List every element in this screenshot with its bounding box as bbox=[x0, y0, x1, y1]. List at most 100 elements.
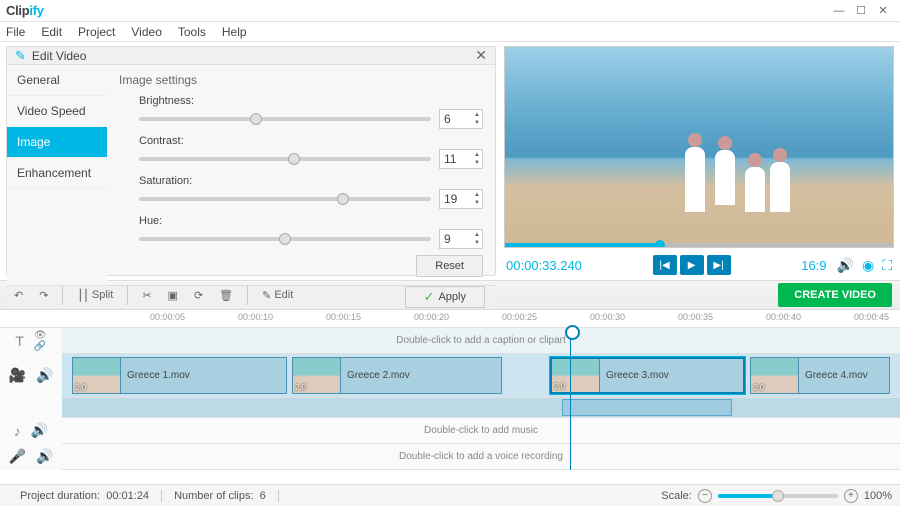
redo-button[interactable]: ↷ bbox=[33, 285, 54, 306]
voice-track[interactable]: 🎤🔊 Double-click to add a voice recording bbox=[62, 444, 900, 470]
split-button[interactable]: ⎮⎮Split bbox=[71, 285, 119, 306]
maximize-button[interactable]: ☐ bbox=[850, 2, 872, 20]
clip-2[interactable]: 2.0Greece 2.mov bbox=[292, 357, 502, 394]
playhead[interactable] bbox=[570, 328, 571, 470]
track-audio-icon[interactable]: 🔊 bbox=[36, 448, 53, 465]
play-button[interactable]: ▶ bbox=[680, 255, 704, 275]
edit-tab-image[interactable]: Image bbox=[7, 127, 107, 158]
slider-saturation[interactable] bbox=[139, 197, 431, 201]
fullscreen-icon[interactable]: ⛶ bbox=[882, 257, 892, 274]
ruler-tick: 00:00:25 bbox=[502, 312, 537, 322]
slider-label-1: Contrast: bbox=[119, 135, 483, 147]
text-icon: T bbox=[15, 333, 24, 349]
aspect-ratio[interactable]: 16:9 bbox=[801, 258, 826, 273]
caption-track[interactable]: T👁🔗 Double-click to add a caption or cli… bbox=[62, 328, 900, 354]
prev-frame-button[interactable]: |◀ bbox=[653, 255, 677, 275]
ruler-tick: 00:00:20 bbox=[414, 312, 449, 322]
edit-tab-video-speed[interactable]: Video Speed bbox=[7, 96, 107, 127]
clip-count: 6 bbox=[260, 490, 266, 502]
slider-brightness[interactable] bbox=[139, 117, 431, 121]
rotate-button[interactable]: ⟳ bbox=[188, 285, 209, 306]
slider-label-0: Brightness: bbox=[119, 95, 483, 107]
value-input-2[interactable]: 19▲▼ bbox=[439, 189, 483, 209]
menu-project[interactable]: Project bbox=[78, 25, 115, 39]
clip-thumbnail: 2.0 bbox=[293, 358, 341, 393]
edit-tab-general[interactable]: General bbox=[7, 65, 107, 96]
ruler-tick: 00:00:15 bbox=[326, 312, 361, 322]
video-audio-track[interactable] bbox=[62, 398, 900, 418]
delete-button[interactable]: 🗑 bbox=[213, 285, 239, 306]
status-bar: Project duration: 00:01:24 Number of cli… bbox=[0, 484, 900, 506]
clip-label: Greece 2.mov bbox=[341, 370, 501, 381]
menu-help[interactable]: Help bbox=[222, 25, 247, 39]
ruler-tick: 00:00:35 bbox=[678, 312, 713, 322]
video-preview[interactable] bbox=[504, 46, 894, 248]
clip-label: Greece 1.mov bbox=[121, 370, 286, 381]
minimize-button[interactable]: — bbox=[828, 2, 850, 20]
clip-thumbnail: 2.0 bbox=[751, 358, 799, 393]
menu-edit[interactable]: Edit bbox=[41, 25, 62, 39]
undo-button[interactable]: ↶ bbox=[8, 285, 29, 306]
music-icon: ♪ bbox=[14, 423, 21, 439]
zoom-slider[interactable] bbox=[718, 494, 838, 498]
settings-section-title: Image settings bbox=[119, 73, 483, 87]
menu-video[interactable]: Video bbox=[131, 25, 161, 39]
edit-icon: ✎ bbox=[15, 48, 26, 64]
crop-button[interactable]: ▣ bbox=[162, 285, 184, 306]
app-logo: Clipify bbox=[6, 3, 44, 18]
panel-close-button[interactable]: ✕ bbox=[475, 47, 487, 64]
ruler-tick: 00:00:30 bbox=[590, 312, 625, 322]
edit-video-panel: ✎ Edit Video ✕ GeneralVideo SpeedImageEn… bbox=[6, 46, 496, 276]
cut-button[interactable]: ✂ bbox=[136, 285, 157, 306]
split-icon: ⎮⎮ bbox=[77, 289, 88, 302]
ruler-tick: 00:00:45 bbox=[854, 312, 889, 322]
zoom-out-button[interactable]: − bbox=[698, 489, 712, 503]
audio-selection[interactable] bbox=[562, 399, 732, 416]
slider-hue[interactable] bbox=[139, 237, 431, 241]
clip-4[interactable]: 2.0Greece 4.mov bbox=[750, 357, 890, 394]
clip-label: Greece 3.mov bbox=[600, 370, 743, 381]
track-audio-icon[interactable]: 🔊 bbox=[31, 422, 48, 439]
timecode: 00:00:33.240 bbox=[506, 258, 582, 273]
pencil-icon: ✎ bbox=[262, 289, 271, 302]
value-input-3[interactable]: 9▲▼ bbox=[439, 229, 483, 249]
slider-label-2: Saturation: bbox=[119, 175, 483, 187]
edit-button[interactable]: ✎Edit bbox=[256, 285, 299, 306]
music-track[interactable]: ♪🔊 Double-click to add music bbox=[62, 418, 900, 444]
scale-label: Scale: bbox=[661, 490, 692, 502]
menu-file[interactable]: File bbox=[6, 25, 25, 39]
menubar: File Edit Project Video Tools Help bbox=[0, 22, 900, 42]
edit-tab-enhancement[interactable]: Enhancement bbox=[7, 158, 107, 189]
preview-scrub-bar[interactable] bbox=[505, 243, 893, 247]
visibility-icon[interactable]: 👁🔗 bbox=[34, 330, 47, 352]
timeline: T👁🔗 Double-click to add a caption or cli… bbox=[0, 328, 900, 470]
clip-1[interactable]: 2.0Greece 1.mov bbox=[72, 357, 287, 394]
close-button[interactable]: ✕ bbox=[872, 2, 894, 20]
slider-label-3: Hue: bbox=[119, 215, 483, 227]
panel-title: Edit Video bbox=[32, 49, 87, 63]
track-audio-icon[interactable]: 🔊 bbox=[36, 367, 53, 384]
menu-tools[interactable]: Tools bbox=[178, 25, 206, 39]
apply-button[interactable]: ✓Apply bbox=[405, 286, 485, 308]
volume-icon[interactable]: 🔊 bbox=[837, 257, 854, 274]
zoom-in-button[interactable]: + bbox=[844, 489, 858, 503]
video-track[interactable]: 🎥🔊 2.0Greece 1.mov2.0Greece 2.mov2.0Gree… bbox=[62, 354, 900, 398]
clip-thumbnail: 2.0 bbox=[73, 358, 121, 393]
ruler-tick: 00:00:40 bbox=[766, 312, 801, 322]
ruler-tick: 00:00:05 bbox=[150, 312, 185, 322]
slider-contrast[interactable] bbox=[139, 157, 431, 161]
snapshot-icon[interactable]: ◉ bbox=[862, 257, 874, 274]
camera-icon: 🎥 bbox=[9, 367, 26, 384]
clip-3[interactable]: 2.0Greece 3.mov bbox=[550, 357, 745, 394]
clip-thumbnail: 2.0 bbox=[552, 359, 600, 392]
zoom-percent: 100% bbox=[864, 490, 892, 502]
check-icon: ✓ bbox=[424, 289, 435, 305]
microphone-icon: 🎤 bbox=[9, 448, 26, 465]
clip-label: Greece 4.mov bbox=[799, 370, 889, 381]
create-video-button[interactable]: CREATE VIDEO bbox=[778, 283, 892, 307]
value-input-0[interactable]: 6▲▼ bbox=[439, 109, 483, 129]
reset-button[interactable]: Reset bbox=[416, 255, 483, 277]
next-frame-button[interactable]: ▶| bbox=[707, 255, 731, 275]
timeline-ruler[interactable]: 00:00:0500:00:1000:00:1500:00:2000:00:25… bbox=[0, 310, 900, 328]
value-input-1[interactable]: 11▲▼ bbox=[439, 149, 483, 169]
